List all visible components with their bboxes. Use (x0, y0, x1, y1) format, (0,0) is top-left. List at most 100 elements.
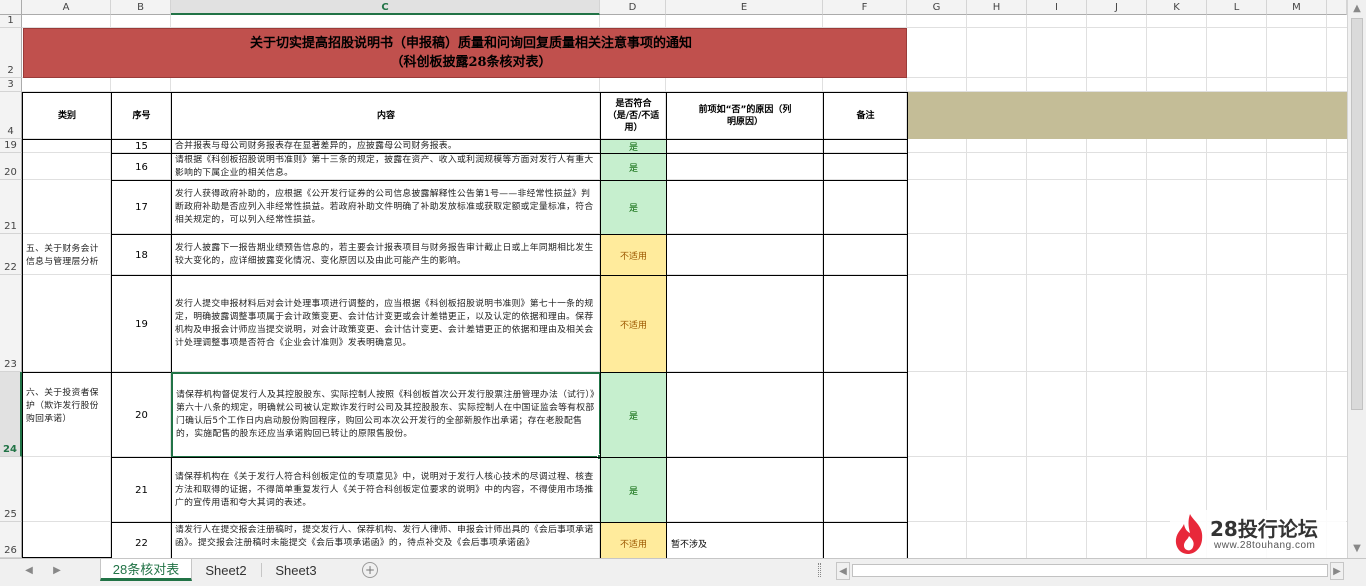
spreadsheet-grid: A B C D E F G H I J K L M 1 2 3 4 19 20 … (0, 0, 1366, 558)
seq-cell[interactable]: 18 (111, 234, 172, 276)
seq-cell[interactable]: 20 (111, 372, 172, 458)
reason-cell[interactable] (666, 457, 824, 523)
select-all-corner[interactable] (0, 0, 22, 15)
column-header-h[interactable]: H (967, 0, 1027, 15)
row-header-22[interactable]: 22 (0, 234, 22, 275)
content-cell[interactable]: 发行人获得政府补助的，应根据《公开发行证券的公司信息披露解释性公告第1号——非经… (171, 180, 601, 235)
sheet-title-line2: （科创板披露28条核对表） (390, 55, 552, 70)
vertical-scrollbar[interactable]: ▲ ▼ (1347, 0, 1366, 558)
note-cell[interactable] (823, 275, 908, 373)
status-cell[interactable]: 是 (600, 372, 667, 458)
column-header-k[interactable]: K (1147, 0, 1207, 15)
row-header-24[interactable]: 24 (0, 372, 22, 457)
flame-icon (1175, 514, 1203, 554)
reason-cell[interactable] (666, 153, 824, 181)
content-cell-selected[interactable]: 请保荐机构督促发行人及其控股股东、实际控制人按照《科创板首次公开发行股票注册管理… (171, 372, 601, 458)
reason-cell[interactable] (666, 234, 824, 276)
note-cell[interactable] (823, 180, 908, 235)
note-cell[interactable] (823, 234, 908, 276)
seq-cell[interactable]: 17 (111, 180, 172, 235)
row-header-1[interactable]: 1 (0, 15, 22, 28)
sheet-title-line1: 关于切实提高招股说明书（申报稿）质量和问询回复质量相关注意事项的通知 (249, 36, 692, 51)
status-cell[interactable]: 不适用 (600, 234, 667, 276)
note-cell[interactable] (823, 457, 908, 523)
header-note[interactable]: 备注 (823, 92, 908, 140)
header-reason[interactable]: 前项如“否”的原因（列明原因） (666, 92, 824, 140)
hscroll-left-arrow-icon[interactable]: ◀ (836, 562, 850, 580)
row-header-23[interactable]: 23 (0, 275, 22, 372)
tab-sheet3[interactable]: Sheet3 (262, 559, 330, 581)
row-header-26[interactable]: 26 (0, 522, 22, 558)
watermark-brand: 28投行论坛 (1210, 517, 1318, 541)
sheet-tab-bar: ◀ ▶ 28条核对表 Sheet2 Sheet3 + ◀ ▶ (0, 558, 1366, 586)
row-header-20[interactable]: 20 (0, 153, 22, 180)
reason-cell[interactable] (666, 275, 824, 373)
category-cell-investor[interactable]: 六、关于投资者保护（欺诈发行股份购回承诺） (22, 372, 112, 558)
column-header-n[interactable] (1327, 0, 1347, 15)
row-header-3[interactable]: 3 (0, 78, 22, 92)
tab-split-handle-icon[interactable] (818, 563, 821, 577)
hscroll-right-arrow-icon[interactable]: ▶ (1330, 562, 1344, 580)
scroll-up-arrow-icon[interactable]: ▲ (1348, 0, 1366, 16)
column-header-c[interactable]: C (171, 0, 600, 15)
note-cell[interactable] (823, 139, 908, 154)
status-cell[interactable]: 是 (600, 153, 667, 181)
seq-cell[interactable]: 16 (111, 153, 172, 181)
note-cell[interactable] (823, 153, 908, 181)
column-header-i[interactable]: I (1027, 0, 1087, 15)
column-header-d[interactable]: D (600, 0, 666, 15)
row-header-2[interactable]: 2 (0, 28, 22, 78)
reason-cell[interactable] (666, 180, 824, 235)
horizontal-scrollbar[interactable]: ◀ ▶ (836, 562, 1346, 580)
content-cell[interactable]: 发行人提交申报材料后对会计处理事项进行调整的，应当根据《科创板招股说明书准则》第… (171, 275, 601, 373)
column-header-g[interactable]: G (907, 0, 967, 15)
reason-cell[interactable] (666, 372, 824, 458)
seq-cell[interactable]: 19 (111, 275, 172, 373)
seq-cell[interactable]: 15 (111, 139, 172, 154)
reason-cell[interactable] (666, 139, 824, 154)
row-header-19[interactable]: 19 (0, 139, 22, 153)
tab-scroll-left-icon[interactable]: ◀ (22, 562, 36, 578)
tab-sheet2[interactable]: Sheet2 (192, 559, 260, 581)
status-cell[interactable]: 是 (600, 457, 667, 523)
status-cell[interactable]: 不适用 (600, 522, 667, 558)
watermark-url: www.28touhang.com (1214, 540, 1316, 551)
row-header-25[interactable]: 25 (0, 457, 22, 522)
seq-cell[interactable]: 21 (111, 457, 172, 523)
column-header-e[interactable]: E (666, 0, 823, 15)
column-header-b[interactable]: B (111, 0, 171, 15)
horizontal-scroll-thumb[interactable] (852, 564, 1328, 577)
vertical-scroll-thumb[interactable] (1351, 18, 1363, 410)
header-content[interactable]: 内容 (171, 92, 601, 140)
column-header-l[interactable]: L (1207, 0, 1267, 15)
column-header-f[interactable]: F (823, 0, 907, 15)
tab-28-checklist[interactable]: 28条核对表 (100, 559, 192, 581)
seq-cell[interactable]: 22 (111, 522, 172, 558)
content-cell[interactable]: 合并报表与母公司财务报表存在显著差异的，应披露母公司财务报表。 (171, 139, 601, 154)
row-header-21[interactable]: 21 (0, 180, 22, 234)
content-cell[interactable]: 请发行人在提交报会注册稿时，提交发行人、保荐机构、发行人律师、申报会计师出具的《… (171, 522, 601, 558)
column-header-m[interactable]: M (1267, 0, 1327, 15)
column-header-j[interactable]: J (1087, 0, 1147, 15)
watermark-logo: 28投行论坛 www.28touhang.com (1170, 510, 1346, 558)
header-compliance[interactable]: 是否符合（是/否/不适用） (600, 92, 667, 140)
category-cell-finance[interactable]: 五、关于财务会计信息与管理层分析 (22, 139, 112, 373)
status-cell[interactable]: 是 (600, 139, 667, 154)
row-header-4[interactable]: 4 (0, 92, 22, 139)
header-seq[interactable]: 序号 (111, 92, 172, 140)
tab-scroll-right-icon[interactable]: ▶ (50, 562, 64, 578)
content-cell[interactable]: 请保荐机构在《关于发行人符合科创板定位的专项意见》中，说明对于发行人核心技术的尽… (171, 457, 601, 523)
note-cell[interactable] (823, 522, 908, 558)
content-cell[interactable]: 发行人披露下一报告期业绩预告信息的，若主要会计报表项目与财务报告审计截止日或上年… (171, 234, 601, 276)
column-header-a[interactable]: A (22, 0, 111, 15)
add-sheet-button[interactable]: + (362, 562, 378, 578)
plus-icon: + (364, 563, 376, 577)
content-cell[interactable]: 请根据《科创板招股说明书准则》第十三条的规定，披露在资产、收入或利润规模等方面对… (171, 153, 601, 181)
reason-cell[interactable]: 暂不涉及 (666, 522, 824, 558)
note-cell[interactable] (823, 372, 908, 458)
scroll-down-arrow-icon[interactable]: ▼ (1348, 540, 1366, 556)
sheet-title: 关于切实提高招股说明书（申报稿）质量和问询回复质量相关注意事项的通知 （科创板披… (171, 34, 771, 72)
status-cell[interactable]: 不适用 (600, 275, 667, 373)
status-cell[interactable]: 是 (600, 180, 667, 235)
header-category[interactable]: 类别 (22, 92, 112, 140)
